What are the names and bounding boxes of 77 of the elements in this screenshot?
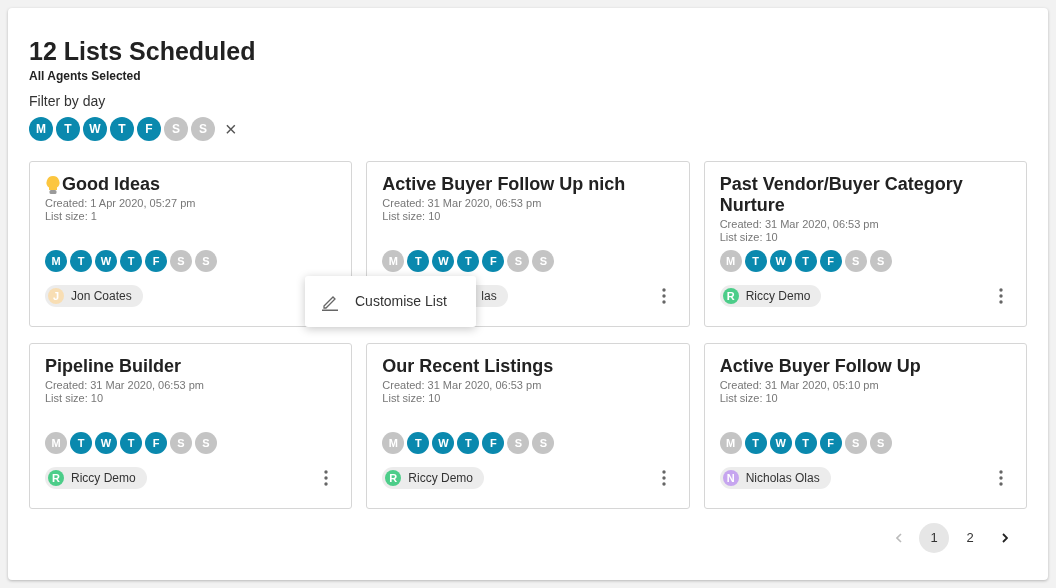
day-toggle[interactable]: F (145, 432, 167, 454)
page-button[interactable]: 2 (955, 523, 985, 553)
day-toggle[interactable]: W (769, 432, 792, 454)
list-size: List size: 10 (382, 392, 441, 405)
created-date: Created: 31 Mar 2020, 06:53 pm (382, 379, 542, 392)
list-title: Pipeline Builder (45, 356, 182, 377)
more-icon[interactable] (999, 288, 1003, 304)
created-date: Created: 31 Mar 2020, 06:53 pm (382, 197, 542, 210)
list-size: List size: 10 (382, 210, 441, 223)
day-toggle[interactable]: F (145, 250, 167, 272)
day-toggle[interactable]: F (137, 117, 161, 141)
list-size: List size: 10 (719, 231, 778, 244)
day-toggle[interactable]: T (794, 432, 817, 454)
agents-subtitle: All Agents Selected (29, 68, 141, 85)
day-toggle[interactable]: T (794, 250, 817, 272)
created-date: Created: 31 Mar 2020, 05:10 pm (719, 379, 879, 392)
agent-name: las (481, 288, 497, 305)
day-toggle[interactable]: W (432, 432, 455, 454)
day-toggle[interactable]: W (83, 117, 107, 141)
list-title: Good Ideas (62, 174, 160, 195)
day-toggle[interactable]: F (819, 250, 842, 272)
list-title: Past Vendor/Buyer Category Nurture (719, 174, 964, 216)
day-toggle[interactable]: F (482, 250, 505, 272)
day-toggle[interactable]: T (744, 432, 767, 454)
agent-avatar: R (385, 470, 402, 486)
created-date: Created: 31 Mar 2020, 06:53 pm (719, 218, 879, 231)
list-card[interactable]: Active Buyer Follow Up Created: 31 Mar 2020, 05:10 pm List size: 10 M T W T F S S N Nicholas Olas (703, 343, 1027, 509)
day-toggle[interactable]: M (29, 117, 53, 141)
list-card[interactable]: Pipeline Builder Created: 31 Mar 2020, 06:53 pm List size: 10 M T W T F S S R Riccy Demo (29, 343, 353, 509)
day-toggle[interactable]: T (120, 432, 142, 454)
list-size: List size: 1 (45, 210, 97, 223)
clear-filter-button[interactable]: × (225, 119, 237, 139)
agent-name: Riccy Demo (408, 470, 473, 487)
list-card[interactable]: Good Ideas Created: 1 Apr 2020, 05:27 pm List size: 1 M T W T F S S J Jon Coates (29, 161, 353, 327)
filter-label: Filter by day (29, 92, 106, 111)
created-date: Created: 31 Mar 2020, 06:53 pm (45, 379, 204, 392)
day-toggle[interactable]: W (769, 250, 792, 272)
created-date: Created: 1 Apr 2020, 05:27 pm (45, 197, 196, 210)
list-card[interactable]: Our Recent Listings Created: 31 Mar 2020, 06:53 pm List size: 10 M T W T F S S R Riccy Demo (366, 343, 690, 509)
day-toggle[interactable]: W (95, 250, 117, 272)
agent-avatar: R (722, 288, 739, 304)
list-size: List size: 10 (45, 392, 104, 405)
day-toggle[interactable]: T (407, 250, 430, 272)
day-toggle[interactable]: T (110, 117, 134, 141)
agent-name: Riccy Demo (71, 470, 136, 487)
page-button[interactable]: 1 (919, 523, 949, 553)
day-toggle[interactable]: T (120, 250, 142, 272)
more-icon[interactable] (661, 288, 666, 304)
day-toggle[interactable]: T (744, 250, 767, 272)
lightbulb-icon (45, 174, 61, 195)
day-toggle[interactable]: T (407, 432, 430, 454)
day-toggle[interactable]: F (819, 432, 842, 454)
agent-avatar: R (48, 470, 64, 486)
day-toggle[interactable]: T (70, 250, 92, 272)
day-toggle[interactable]: W (432, 250, 455, 272)
day-toggle[interactable]: T (56, 117, 80, 141)
day-toggle[interactable]: W (95, 432, 117, 454)
agent-avatar: J (48, 288, 64, 304)
agent-avatar: N (722, 470, 739, 486)
agent-name: Riccy Demo (745, 288, 811, 305)
day-toggle[interactable]: M (45, 250, 67, 272)
day-toggle[interactable]: T (457, 432, 480, 454)
agent-name: Jon Coates (71, 288, 132, 305)
list-card[interactable]: Past Vendor/Buyer Category Nurture Created: 31 Mar 2020, 06:53 pm List size: 10 M T W T F S S R Riccy Demo (703, 161, 1027, 327)
more-icon[interactable] (999, 470, 1003, 486)
page-title: 12 Lists Scheduled (29, 36, 256, 66)
list-title: Active Buyer Follow Up nich (382, 174, 626, 195)
more-icon[interactable] (324, 470, 329, 486)
day-toggle[interactable]: T (70, 432, 92, 454)
list-size: List size: 10 (719, 392, 778, 405)
day-toggle[interactable]: T (457, 250, 480, 272)
next-page-icon[interactable] (1002, 533, 1008, 543)
list-title: Active Buyer Follow Up (719, 356, 921, 377)
agent-name: Nicholas Olas (745, 470, 820, 487)
more-icon[interactable] (661, 470, 666, 486)
day-toggle[interactable]: F (482, 432, 505, 454)
list-title: Our Recent Listings (382, 356, 554, 377)
